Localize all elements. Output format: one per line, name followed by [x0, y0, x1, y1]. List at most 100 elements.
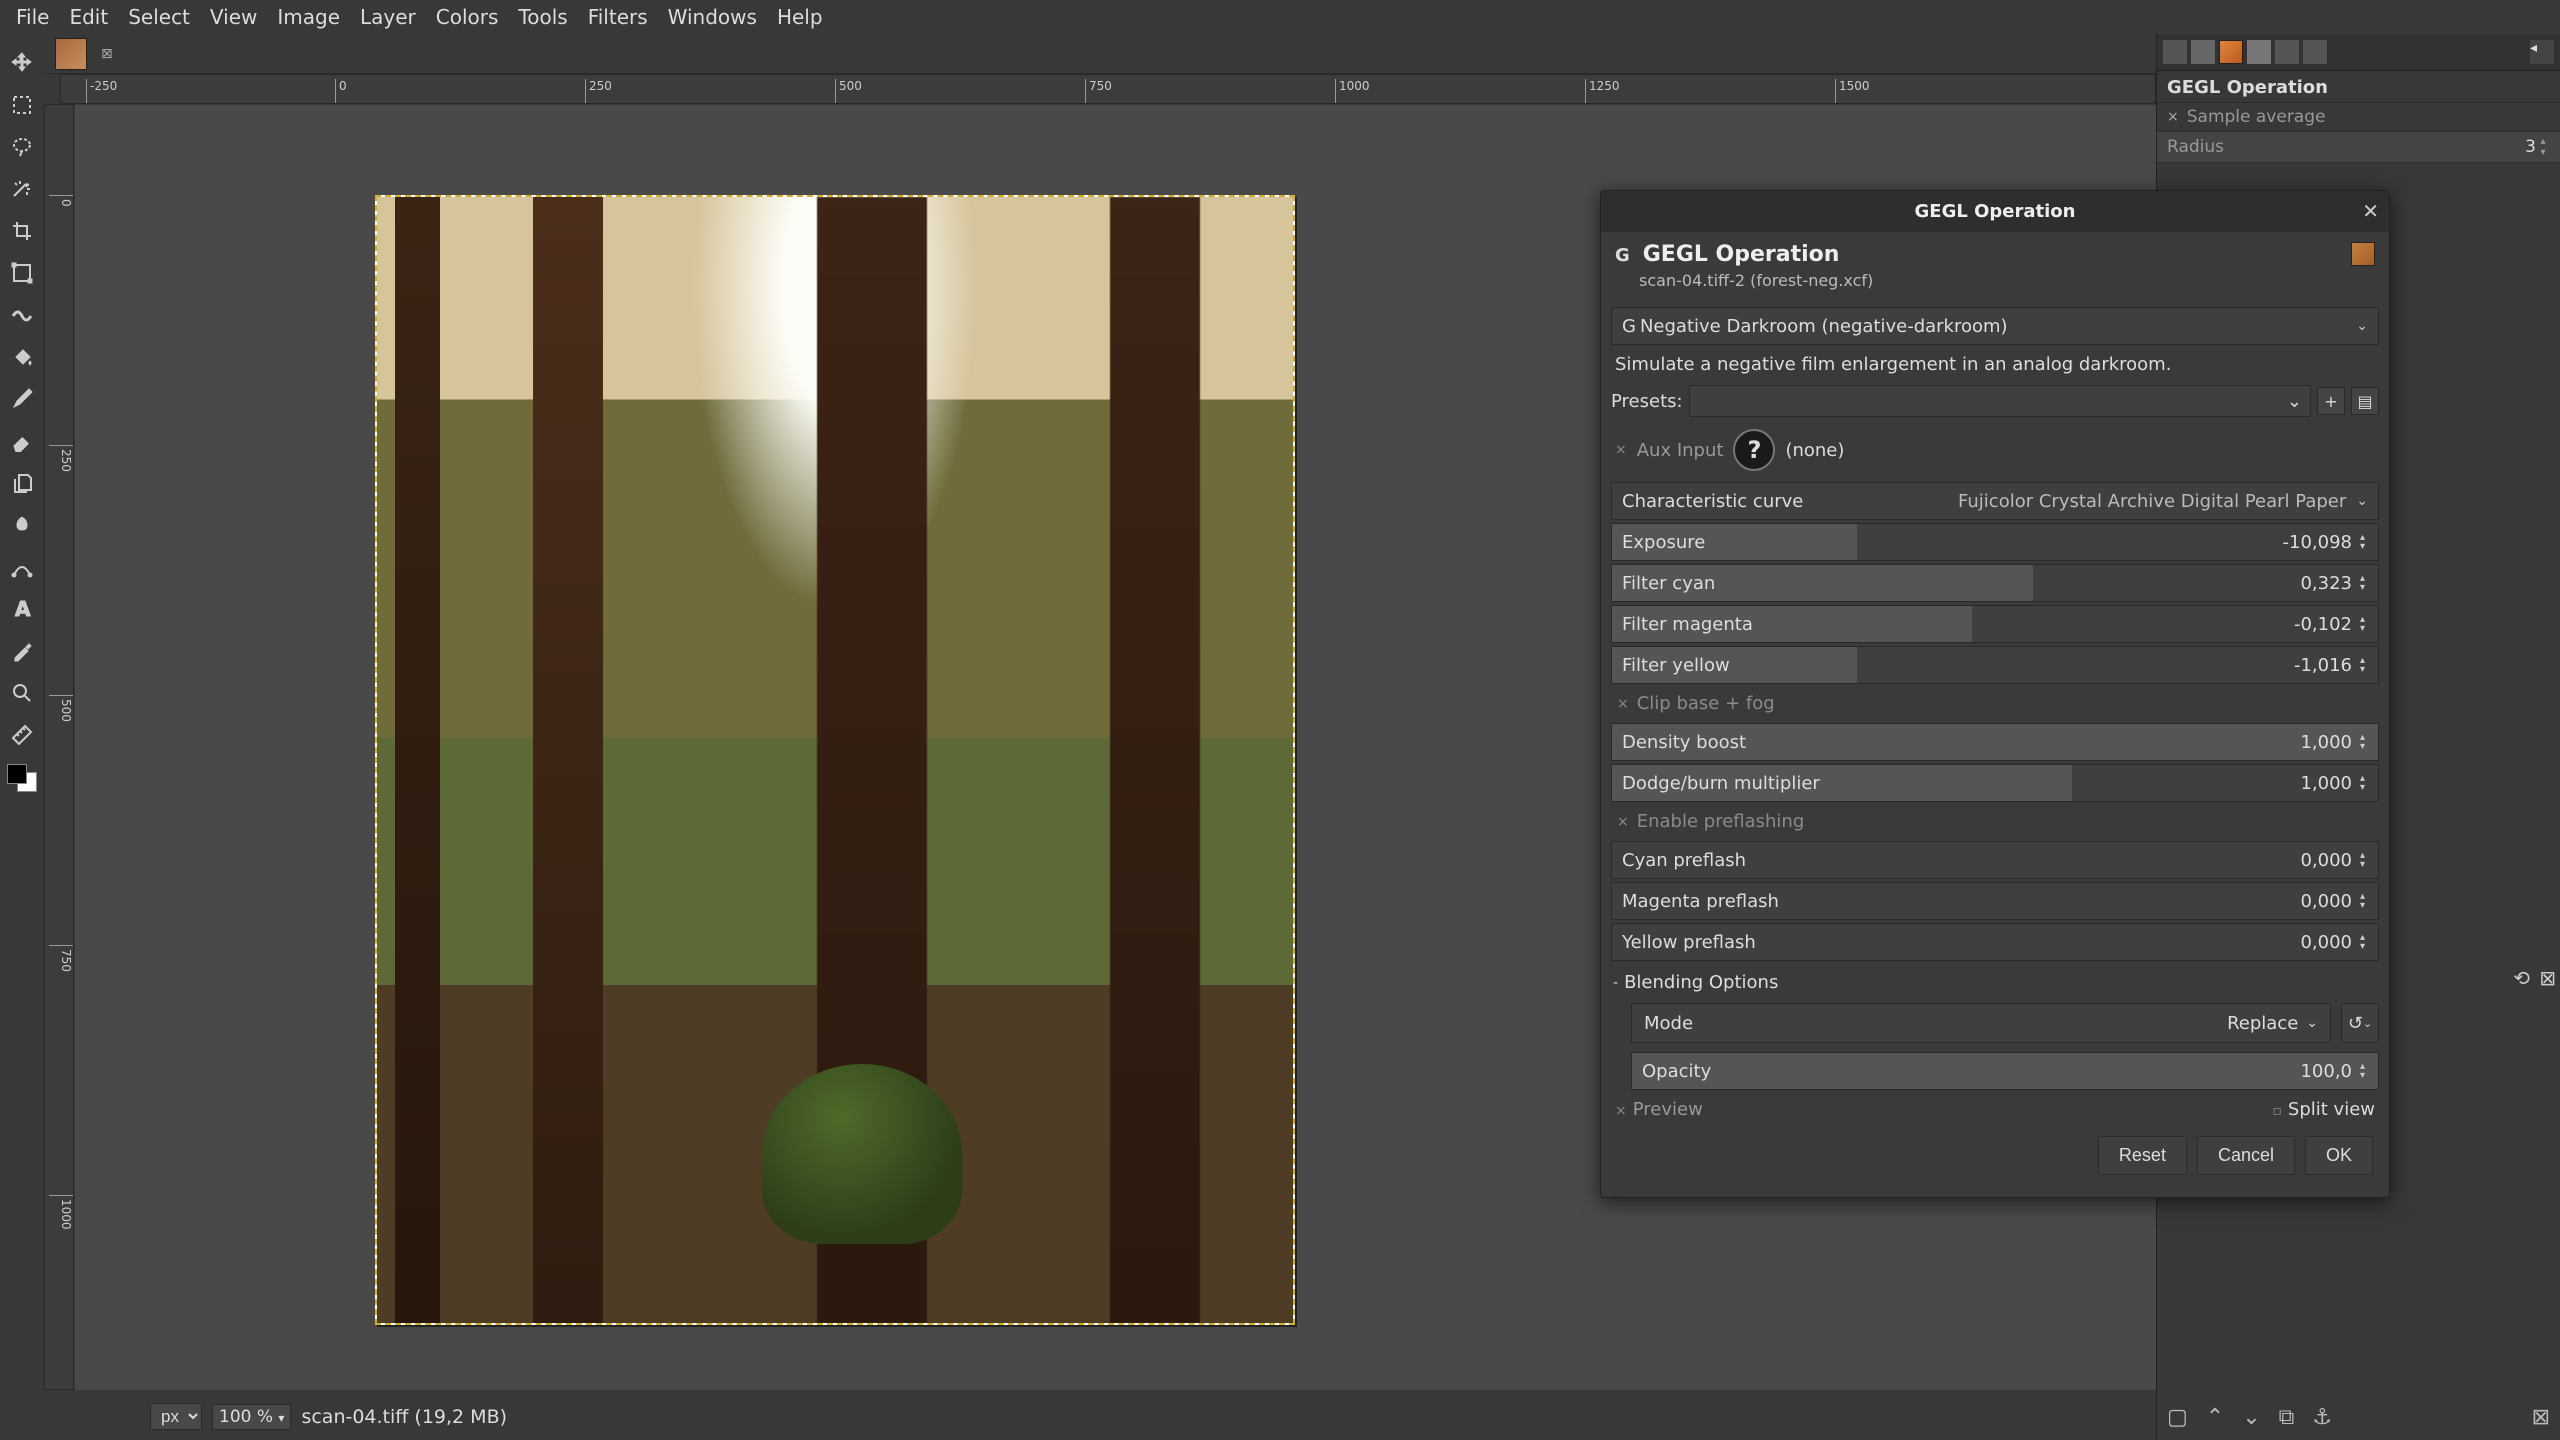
status-bar: px 100 % ▾ scan-04.tiff (19,2 MB)	[150, 1403, 507, 1430]
density-boost-slider[interactable]: Density boost1,000▴▾	[1611, 723, 2379, 761]
dock-tab-2[interactable]	[2191, 40, 2215, 64]
ok-button[interactable]: OK	[2305, 1136, 2373, 1175]
crop-tool[interactable]	[4, 210, 40, 252]
dialog-title-bar[interactable]: GEGL Operation ✕	[1601, 191, 2389, 232]
dock-tabs: ◂	[2157, 34, 2560, 71]
exposure-slider[interactable]: Exposure-10,098▴▾	[1611, 523, 2379, 561]
color-swatch[interactable]	[7, 764, 37, 792]
menu-tools[interactable]: Tools	[508, 1, 577, 33]
delete-layer-icon[interactable]: ⊠	[2532, 1405, 2550, 1430]
dock-tab-6[interactable]	[2303, 40, 2327, 64]
preset-manage-button[interactable]: ▤	[2351, 387, 2379, 415]
lower-layer-icon[interactable]: ⌄	[2242, 1405, 2260, 1430]
preset-add-button[interactable]: +	[2317, 387, 2345, 415]
svg-text:A: A	[15, 598, 31, 620]
vertical-ruler[interactable]: 02505007501000	[44, 104, 74, 1390]
aux-input-button[interactable]: ?	[1733, 429, 1775, 471]
presets-combo[interactable]: ⌄	[1689, 385, 2311, 417]
menu-select[interactable]: Select	[118, 1, 200, 33]
blend-mode-extra[interactable]: ↺ ⌄	[2341, 1003, 2379, 1043]
zoom-select[interactable]: 100 % ▾	[212, 1404, 291, 1430]
menu-windows[interactable]: Windows	[658, 1, 767, 33]
horizontal-ruler[interactable]: -2500250500750100012501500	[60, 74, 2156, 104]
bucket-fill-tool[interactable]	[4, 336, 40, 378]
menu-bar: FileEditSelectViewImageLayerColorsToolsF…	[0, 0, 2560, 34]
magenta-preflash-slider[interactable]: Magenta preflash0,000▴▾	[1611, 882, 2379, 920]
operation-description: Simulate a negative film enlargement in …	[1611, 348, 2379, 381]
clone-tool[interactable]	[4, 462, 40, 504]
dialog-thumb	[2351, 242, 2375, 266]
dock-row-radius[interactable]: Radius 3 ▴▾	[2157, 132, 2560, 163]
presets-label: Presets:	[1611, 391, 1683, 412]
text-tool[interactable]: A	[4, 588, 40, 630]
menu-help[interactable]: Help	[767, 1, 833, 33]
gegl-operation-dialog: GEGL Operation ✕ G GEGL Operation scan-0…	[1600, 190, 2390, 1198]
dock-bottom-buttons: ▢ ⌃ ⌄ ⧉ ⚓ ⊠	[2157, 1395, 2560, 1440]
dialog-header: GEGL Operation	[1643, 242, 1840, 267]
smudge-tool[interactable]	[4, 504, 40, 546]
preview-checkbox[interactable]: ×Preview	[1615, 1099, 1703, 1120]
split-view-checkbox[interactable]: ▫Split view	[2272, 1099, 2375, 1120]
dialog-close-icon[interactable]: ✕	[2362, 199, 2379, 223]
close-tab-icon[interactable]: ⊠	[101, 46, 113, 62]
gegl-icon: G	[1615, 245, 1633, 263]
menu-filters[interactable]: Filters	[578, 1, 658, 33]
warp-tool[interactable]	[4, 294, 40, 336]
menu-colors[interactable]: Colors	[426, 1, 509, 33]
clip-base-checkbox[interactable]: ×Clip base + fog	[1611, 687, 2379, 720]
filter-yellow-slider[interactable]: Filter yellow-1,016▴▾	[1611, 646, 2379, 684]
free-select-tool[interactable]	[4, 126, 40, 168]
path-tool[interactable]	[4, 546, 40, 588]
fuzzy-select-tool[interactable]	[4, 168, 40, 210]
curve-combo[interactable]: Characteristic curve Fujicolor Crystal A…	[1611, 482, 2379, 520]
zoom-tool[interactable]	[4, 672, 40, 714]
check-icon[interactable]: ×	[2167, 109, 2179, 125]
measure-tool[interactable]	[4, 714, 40, 756]
eraser-tool[interactable]	[4, 420, 40, 462]
move-tool[interactable]	[4, 42, 40, 84]
toolbox: A	[0, 34, 44, 792]
yellow-preflash-slider[interactable]: Yellow preflash0,000▴▾	[1611, 923, 2379, 961]
aux-value: (none)	[1785, 440, 1844, 461]
cancel-button[interactable]: Cancel	[2197, 1136, 2295, 1175]
filter-cyan-slider[interactable]: Filter cyan0,323▴▾	[1611, 564, 2379, 602]
panel-close-icon[interactable]: ⊠	[2539, 966, 2556, 990]
dock-panel-title: GEGL Operation	[2157, 71, 2560, 103]
operation-combo[interactable]: G Negative Darkroom (negative-darkroom)⌄	[1611, 307, 2379, 345]
unit-select[interactable]: px	[150, 1403, 202, 1430]
duplicate-layer-icon[interactable]: ⧉	[2279, 1405, 2295, 1430]
dock-tab-5[interactable]	[2275, 40, 2299, 64]
new-layer-icon[interactable]: ▢	[2167, 1405, 2188, 1430]
menu-image[interactable]: Image	[267, 1, 350, 33]
panel-refresh-icon[interactable]: ⟲	[2513, 966, 2530, 990]
cyan-preflash-slider[interactable]: Cyan preflash0,000▴▾	[1611, 841, 2379, 879]
dock-tab-4[interactable]	[2247, 40, 2271, 64]
raise-layer-icon[interactable]: ⌃	[2206, 1405, 2224, 1430]
enable-preflash-checkbox[interactable]: ×Enable preflashing	[1611, 805, 2379, 838]
aux-label: Aux Input	[1637, 440, 1724, 461]
menu-view[interactable]: View	[200, 1, 267, 33]
status-file-label: scan-04.tiff (19,2 MB)	[301, 1406, 507, 1428]
dodge-burn-slider[interactable]: Dodge/burn multiplier1,000▴▾	[1611, 764, 2379, 802]
menu-file[interactable]: File	[6, 1, 59, 33]
image-canvas[interactable]	[375, 195, 1295, 1325]
filter-magenta-slider[interactable]: Filter magenta-0,102▴▾	[1611, 605, 2379, 643]
opacity-slider[interactable]: Opacity 100,0 ▴▾	[1631, 1052, 2379, 1090]
blending-options-toggle[interactable]: -Blending Options	[1611, 964, 2379, 997]
dock-tab-menu[interactable]: ◂	[2530, 40, 2554, 64]
dock-row-sample-average[interactable]: × Sample average	[2157, 103, 2560, 132]
dock-tab-3[interactable]	[2219, 40, 2243, 64]
menu-layer[interactable]: Layer	[350, 1, 426, 33]
transform-tool[interactable]	[4, 252, 40, 294]
image-tab-thumbnail[interactable]	[55, 38, 87, 70]
reset-button[interactable]: Reset	[2098, 1136, 2187, 1175]
color-picker-tool[interactable]	[4, 630, 40, 672]
anchor-layer-icon[interactable]: ⚓	[2312, 1405, 2332, 1430]
dock-tab-1[interactable]	[2163, 40, 2187, 64]
blend-mode-combo[interactable]: Mode Replace ⌄	[1631, 1003, 2331, 1043]
rect-select-tool[interactable]	[4, 84, 40, 126]
dialog-sub: scan-04.tiff-2 (forest-neg.xcf)	[1601, 271, 2389, 298]
paintbrush-tool[interactable]	[4, 378, 40, 420]
aux-reset-icon[interactable]: ×	[1615, 442, 1627, 458]
menu-edit[interactable]: Edit	[59, 1, 118, 33]
